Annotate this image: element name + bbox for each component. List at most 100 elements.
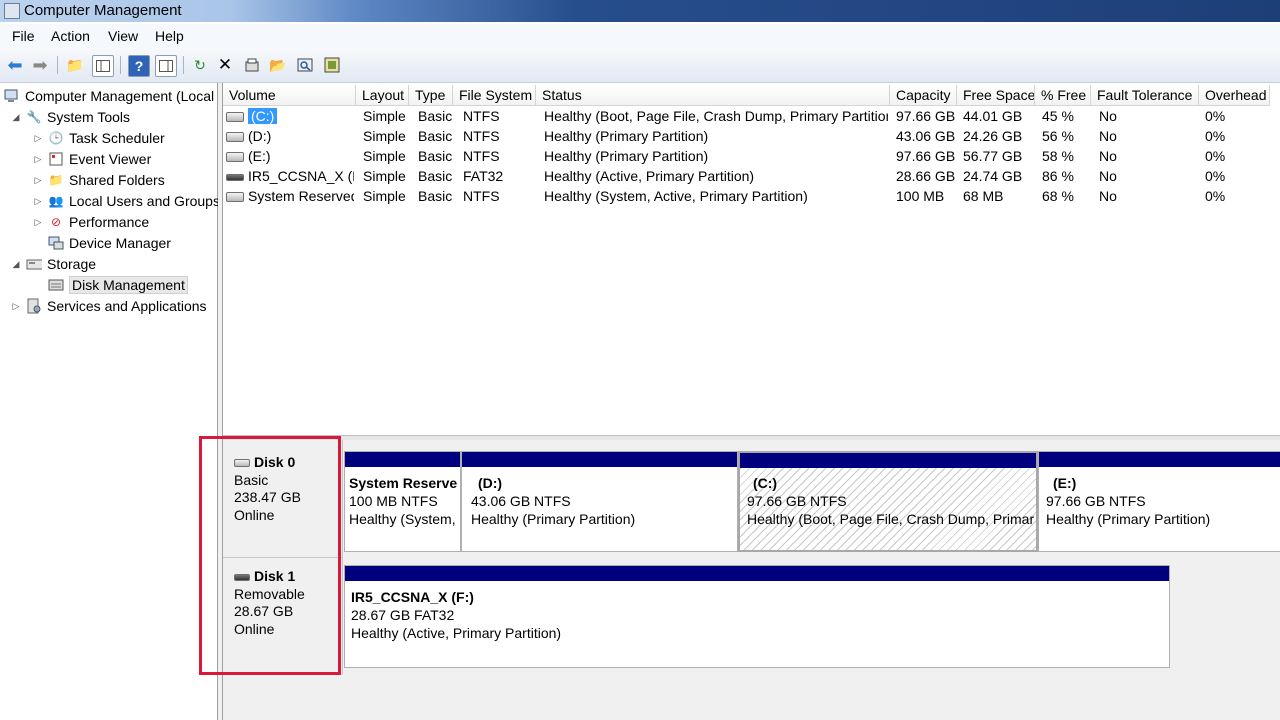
table-cell-percent-free: 58 % (1042, 148, 1074, 164)
tree-item-services[interactable]: ▷ Services and Applications (10, 296, 207, 316)
disk-graphical-view: Disk 0 Basic 238.47 GB Online System Res… (223, 440, 1280, 720)
collapsed-arrow-icon[interactable]: ▷ (32, 217, 44, 228)
table-cell-fault-tolerance: No (1099, 168, 1117, 184)
table-cell-file-system: NTFS (463, 188, 500, 204)
tree-item-local-users[interactable]: ▷ 👥 Local Users and Groups (32, 191, 220, 211)
drive-icon (226, 132, 244, 143)
computer-icon (4, 88, 20, 104)
tree-item-system-tools[interactable]: ◢ 🔧 System Tools (10, 107, 130, 127)
partition-bar (462, 452, 737, 467)
collapsed-arrow-icon[interactable]: ▷ (10, 301, 22, 312)
menu-help[interactable]: Help (155, 28, 184, 44)
partition-bar (345, 452, 460, 467)
refresh-icon[interactable]: ↻ (190, 55, 210, 75)
column-header-type[interactable]: Type (409, 85, 453, 106)
table-cell-fault-tolerance: No (1099, 148, 1117, 164)
collapsed-arrow-icon[interactable]: ▷ (32, 196, 44, 207)
back-icon[interactable]: ⬅ (5, 55, 25, 75)
table-cell-layout: Simple (363, 108, 406, 124)
tree-item-shared-folders[interactable]: ▷ 📁 Shared Folders (32, 170, 165, 190)
partition-e[interactable]: (E:) 97.66 GB NTFS Healthy (Primary Part… (1038, 451, 1280, 552)
tree-item-performance[interactable]: ▷ ⊘ Performance (32, 212, 150, 232)
table-cell-fault-tolerance: No (1099, 128, 1117, 144)
tree-item-task-scheduler[interactable]: ▷ 🕒 Task Scheduler (32, 128, 165, 148)
show-hide-tree-icon[interactable] (92, 55, 114, 77)
partition-status: Healthy (Boot, Page File, Crash Dump, Pr… (747, 511, 1034, 527)
tools-icon: 🔧 (26, 110, 42, 124)
open-icon[interactable]: 📂 (268, 55, 288, 75)
column-header-fault-tolerance[interactable]: Fault Tolerance (1091, 85, 1199, 106)
search-icon[interactable] (295, 55, 315, 75)
menu-action[interactable]: Action (51, 28, 90, 44)
partition-c[interactable]: (C:) 97.66 GB NTFS Healthy (Boot, Page F… (738, 451, 1038, 552)
column-header-volume[interactable]: Volume (223, 85, 356, 106)
menu-file[interactable]: File (12, 28, 35, 44)
partition-status: Healthy (Primary Partition) (471, 511, 636, 527)
table-cell-percent-free: 86 % (1042, 168, 1074, 184)
event-viewer-icon (48, 151, 64, 167)
partition-size: 97.66 GB NTFS (747, 493, 847, 509)
table-cell-file-system: NTFS (463, 108, 500, 124)
properties-pane-icon[interactable] (155, 55, 177, 77)
table-cell-capacity: 97.66 GB (896, 148, 956, 164)
forward-icon[interactable]: ➡ (30, 55, 50, 75)
table-row-volume[interactable]: IR5_CCSNA_X (F:) (226, 168, 354, 187)
settings-icon[interactable] (322, 55, 342, 75)
tree-item-event-viewer[interactable]: ▷ Event Viewer (32, 149, 152, 169)
partition-f[interactable]: IR5_CCSNA_X (F:) 28.67 GB FAT32 Healthy … (344, 565, 1170, 668)
table-cell-overhead: 0% (1205, 128, 1226, 144)
table-row-volume[interactable]: System Reserved (226, 188, 354, 207)
table-cell-file-system: NTFS (463, 128, 500, 144)
table-row-volume[interactable]: (D:) (226, 128, 354, 147)
expanded-arrow-icon[interactable]: ◢ (10, 112, 22, 123)
collapsed-arrow-icon[interactable]: ▷ (32, 175, 44, 186)
tree-item-disk-management[interactable]: Disk Management (48, 275, 188, 295)
delete-icon[interactable]: ✕ (215, 55, 235, 75)
up-folder-icon[interactable]: 📁 (65, 55, 85, 75)
column-header-overhead[interactable]: Overhead (1199, 85, 1270, 106)
collapsed-arrow-icon[interactable]: ▷ (32, 133, 44, 144)
table-cell-layout: Simple (363, 168, 406, 184)
partition-bar (1039, 452, 1280, 467)
volume-list: Volume Layout Type File System Status Ca… (223, 83, 1280, 435)
table-cell-file-system: FAT32 (463, 168, 504, 184)
column-header-capacity[interactable]: Capacity (890, 85, 957, 106)
help-icon[interactable]: ? (128, 55, 150, 77)
tree-item-device-manager[interactable]: Device Manager (48, 233, 171, 253)
device-manager-icon (48, 235, 64, 251)
table-row-volume[interactable]: (C:) (226, 108, 354, 127)
table-row-volume[interactable]: (E:) (226, 148, 354, 167)
toolbar-separator (120, 56, 121, 74)
table-cell-type: Basic (418, 148, 453, 164)
partition-system-reserved[interactable]: System Reserve 100 MB NTFS Healthy (Syst… (344, 451, 461, 552)
drive-icon (226, 152, 244, 163)
toolbar-separator (57, 56, 58, 74)
column-header-layout[interactable]: Layout (356, 85, 409, 106)
column-header-free-space[interactable]: Free Space (957, 85, 1035, 106)
table-cell-fault-tolerance: No (1099, 108, 1117, 124)
table-cell-percent-free: 45 % (1042, 108, 1074, 124)
partition-d[interactable]: (D:) 43.06 GB NTFS Healthy (Primary Part… (461, 451, 738, 552)
computer-management-icon (4, 3, 20, 19)
table-cell-status: Healthy (Active, Primary Partition) (544, 168, 755, 184)
properties-icon[interactable] (242, 55, 262, 75)
tree-item-computer-management[interactable]: Computer Management (Local (4, 86, 214, 106)
table-cell-free-space: 68 MB (963, 188, 1004, 204)
table-cell-type: Basic (418, 168, 453, 184)
highlight-box (199, 436, 341, 675)
column-header-percent-free[interactable]: % Free (1035, 85, 1091, 106)
tree-item-storage[interactable]: ◢ Storage (10, 254, 97, 274)
table-cell-percent-free: 56 % (1042, 128, 1074, 144)
menu-view[interactable]: View (108, 28, 138, 44)
partition-name: System Reserve (349, 475, 458, 491)
collapsed-arrow-icon[interactable]: ▷ (32, 154, 44, 165)
table-cell-layout: Simple (363, 188, 406, 204)
column-header-file-system[interactable]: File System (453, 85, 536, 106)
toolbar-separator (183, 56, 184, 74)
expanded-arrow-icon[interactable]: ◢ (10, 259, 22, 270)
partition-bar (740, 453, 1036, 468)
table-cell-capacity: 97.66 GB (896, 108, 956, 124)
drive-icon (226, 192, 244, 203)
column-header-status[interactable]: Status (536, 85, 890, 106)
window-title: Computer Management (24, 2, 182, 19)
